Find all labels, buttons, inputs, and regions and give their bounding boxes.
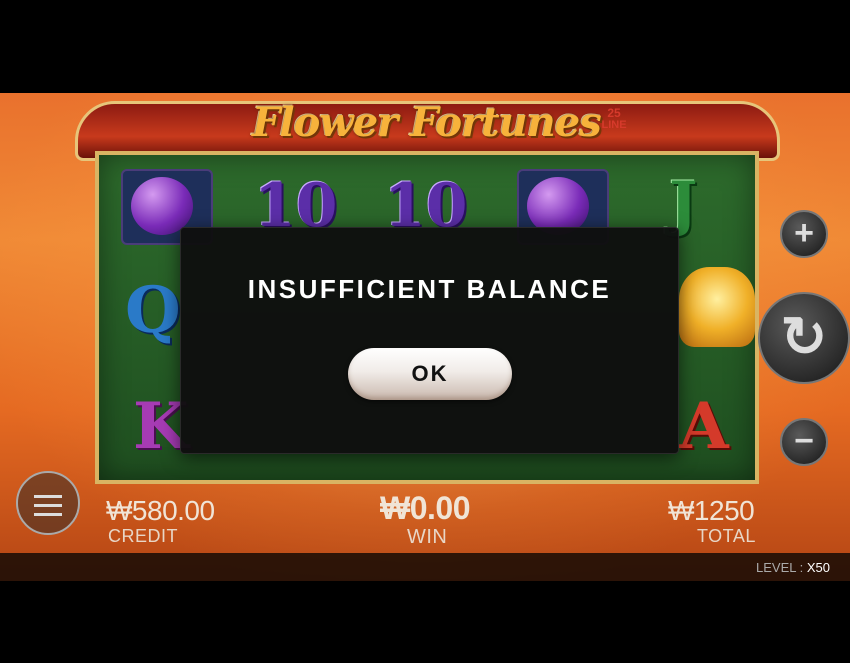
- dialog-message: INSUFFICIENT BALANCE: [247, 274, 612, 304]
- total-label: TOTAL: [697, 526, 756, 546]
- insufficient-balance-dialog: INSUFFICIENT BALANCE OK: [180, 227, 679, 454]
- level-value: X50: [806, 560, 830, 575]
- credit-label: CREDIT: [108, 526, 178, 546]
- plus-icon: +: [794, 214, 814, 252]
- menu-button[interactable]: [16, 471, 80, 535]
- total-value: ₩1250: [668, 495, 755, 526]
- credit-value: ₩580.00: [106, 495, 215, 526]
- reel-symbol-q: Q: [125, 273, 181, 348]
- level-indicator: LEVEL : X50: [756, 560, 830, 575]
- win-label: WIN: [407, 526, 448, 548]
- spin-refresh-icon: ↻: [780, 305, 828, 368]
- increase-bet-button[interactable]: +: [780, 210, 828, 258]
- hamburger-menu-icon: [34, 495, 62, 498]
- reel-symbol-a: A: [679, 389, 729, 464]
- win-value: ₩0.00: [380, 490, 470, 526]
- ok-button[interactable]: OK: [348, 348, 512, 400]
- level-label: LEVEL :: [756, 560, 804, 575]
- lines-badge: 25 LINE: [594, 107, 634, 143]
- minus-icon: −: [794, 422, 814, 460]
- status-strip: [0, 553, 850, 581]
- decrease-bet-button[interactable]: −: [780, 418, 828, 466]
- spin-button[interactable]: ↻: [758, 292, 850, 384]
- lines-badge-number: 25: [607, 106, 621, 120]
- game-title: Flower Fortunes: [252, 99, 602, 146]
- phoenix-symbol: [679, 267, 755, 347]
- lines-badge-label: LINE: [601, 119, 627, 131]
